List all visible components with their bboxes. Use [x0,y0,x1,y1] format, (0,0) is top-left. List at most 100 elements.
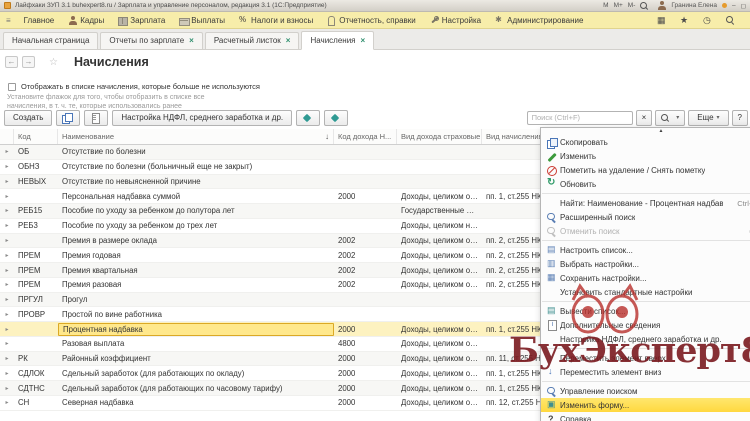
menu-item[interactable]: Настроить список... [541,243,750,257]
tab[interactable]: Начисления × [301,31,374,50]
minimize-button[interactable]: – [732,2,736,9]
search-clear-button[interactable]: × [636,110,653,126]
book-icon [118,16,127,25]
copy-icon [62,113,71,122]
choose-icon [546,259,560,270]
section-menu-item[interactable]: Зарплата [111,12,172,28]
edit-icon [546,151,560,162]
tab-close-icon[interactable]: × [286,36,291,45]
memory-m-button[interactable]: М [603,2,608,9]
menu-item[interactable]: Переместить элемент вверх [541,351,750,365]
all-functions-icon[interactable] [657,16,666,25]
section-menu-item[interactable]: Настройка [423,12,488,28]
menu-item[interactable]: Скопировать F9 [541,135,750,149]
row-expander-icon[interactable]: ▸ [0,370,14,377]
show-unused-checkbox[interactable] [8,83,16,91]
row-expander-icon[interactable]: ▸ [0,252,14,259]
tab-close-icon[interactable]: × [189,36,194,45]
tab[interactable]: Расчетный листок × [205,32,300,49]
section-menu-item[interactable]: Выплаты [172,12,232,28]
more-button[interactable]: Еще▾ [688,110,728,126]
section-menu-item[interactable]: Главное [17,12,62,28]
row-expander-icon[interactable]: ▸ [0,296,14,303]
ndfl-settings-button[interactable]: Настройка НДФЛ, среднего заработка и др. [112,110,292,126]
user-chip[interactable]: Гранина Елена [657,1,717,10]
search-button[interactable]: ▾ [655,110,685,126]
menu-item[interactable]: Вывести список... [541,304,750,318]
menu-item[interactable]: Дополнительные сведения [541,318,750,332]
del-icon [546,165,560,176]
forward-button[interactable]: → [22,56,35,68]
create-by-copy-button[interactable] [56,110,80,126]
favorites-icon[interactable] [680,16,689,25]
menu-item[interactable]: Выбрать настройки... [541,257,750,271]
alert-icon[interactable] [722,3,727,8]
row-expander-icon[interactable]: ▸ [0,326,14,333]
section-menu-item[interactable]: Кадры [61,12,111,28]
help-button[interactable]: ? [732,110,748,126]
col-expander [0,129,14,144]
form-icon [546,400,560,411]
row-expander-icon[interactable]: ▸ [0,148,14,155]
menu-item[interactable]: Отменить поиск Ctrl+Q [541,224,750,238]
favorite-star-icon[interactable]: ☆ [49,57,58,68]
menu-item[interactable]: Управление поиском [541,384,750,398]
section-menu-item[interactable]: Администрирование [488,12,590,28]
memory-m-plus-button[interactable]: М+ [614,2,623,9]
diamond-action-button-1[interactable] [296,110,320,126]
memory-m-minus-button[interactable]: М- [628,2,636,9]
row-expander-icon[interactable]: ▸ [0,267,14,274]
user-name: Гранина Елена [671,2,717,9]
search-input[interactable] [527,111,633,125]
list-config-icon [546,245,560,256]
row-expander-icon[interactable]: ▸ [0,193,14,200]
menu-item[interactable]: Справка F1 [541,412,750,421]
zoom-icon[interactable] [640,1,649,10]
row-expander-icon[interactable]: ▸ [0,163,14,170]
create-button[interactable]: Создать [4,110,52,126]
row-expander-icon[interactable]: ▸ [0,399,14,406]
row-expander-icon[interactable]: ▸ [0,178,14,185]
row-expander-icon[interactable]: ▸ [0,385,14,392]
document-button[interactable] [84,110,108,126]
global-search-icon[interactable] [726,16,735,25]
menu-item[interactable]: Установить стандартные настройки [541,285,750,299]
up-icon [546,353,560,364]
menu-item[interactable]: Сохранить настройки... [541,271,750,285]
menu-item[interactable]: Обновить F5 [541,177,750,191]
menu-item[interactable]: Найти: Наименование - Процентная надбавк… [541,196,750,210]
more-context-menu: ▲ Скопировать F9 Изменить F2 Пометить на… [540,127,750,421]
menu-item[interactable]: Расширенный поиск Alt+F [541,210,750,224]
refresh-icon [546,179,560,190]
tab[interactable]: Начальная страница [3,32,98,49]
row-expander-icon[interactable]: ▸ [0,311,14,318]
row-expander-icon[interactable]: ▸ [0,281,14,288]
sort-desc-icon: ↓ [325,132,329,141]
window-button[interactable]: ◻ [741,2,746,10]
back-button[interactable]: ← [5,56,18,68]
tab-close-icon[interactable]: × [361,36,366,45]
row-expander-icon[interactable]: ▸ [0,222,14,229]
menu-scroll-up-icon[interactable]: ▲ [541,128,750,135]
diamond-action-button-2[interactable] [324,110,348,126]
section-menu-item[interactable]: Налоги и взносы [232,12,320,28]
main-menu-icon[interactable]: ≡ [6,16,11,25]
menu-separator [542,193,750,194]
row-expander-icon[interactable]: ▸ [0,207,14,214]
tab[interactable]: Отчеты по зарплате × [100,32,202,49]
menu-item[interactable]: Изменить форму... [541,398,750,412]
menu-item[interactable]: Настройка НДФЛ, среднего заработка и др. [541,332,750,346]
menu-item[interactable]: Переместить элемент вниз [541,365,750,379]
help-icon [546,414,560,421]
history-icon[interactable] [703,16,712,25]
col-name: Наименование↓ [58,129,334,144]
menu-item[interactable]: Пометить на удаление / Снять пометку Del [541,163,750,177]
row-expander-icon[interactable]: ▸ [0,237,14,244]
section-menu-item[interactable]: Отчетность, справки [320,12,423,28]
sections-panel: ≡ Главное Кадры Зарплата Выплаты Налоги … [0,12,750,29]
menu-item[interactable]: Изменить F2 [541,149,750,163]
row-expander-icon[interactable]: ▸ [0,340,14,347]
row-expander-icon[interactable]: ▸ [0,355,14,362]
title-bar: Лайфхаки ЗУП 3.1 buhexpert8.ru / Зарплат… [0,0,750,12]
col-income-code: Код дохода Н... [334,129,397,144]
